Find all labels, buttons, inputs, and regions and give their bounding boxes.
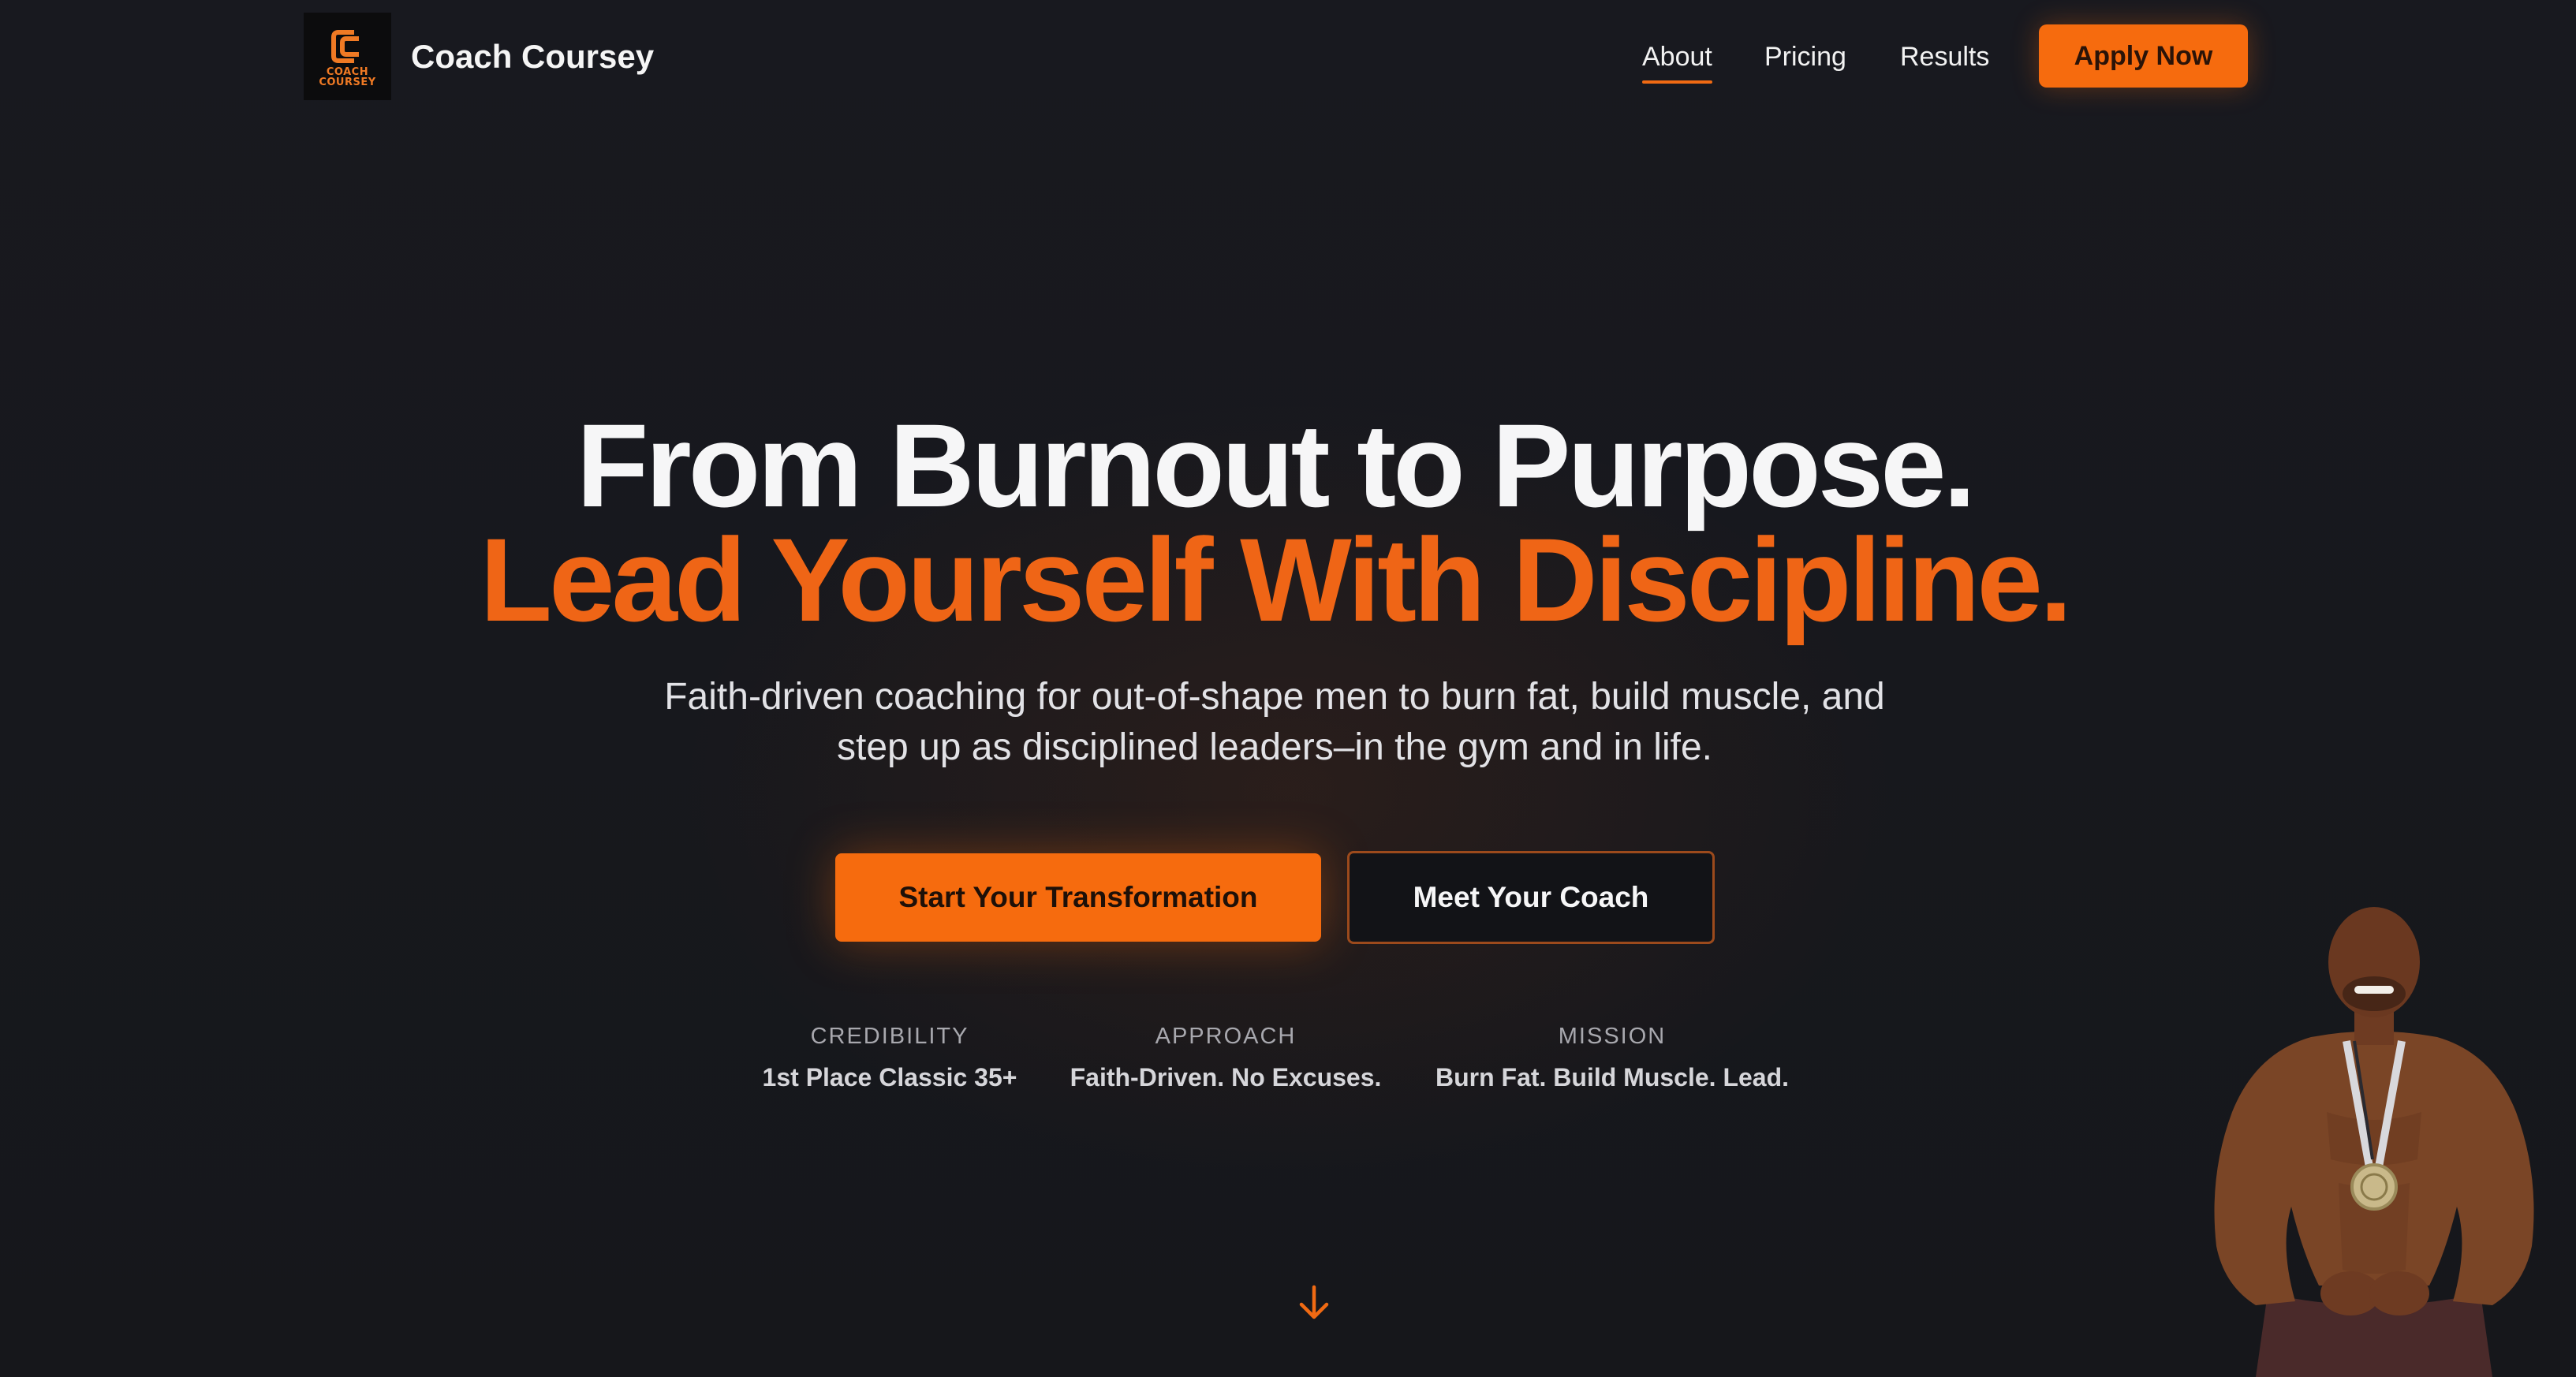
stat-label: APPROACH — [1155, 1024, 1297, 1049]
landing-page: COACH COURSEY Coach Coursey About Pricin… — [0, 0, 2576, 1377]
stat-approach: APPROACH Faith-Driven. No Excuses. — [1052, 1021, 1399, 1095]
stat-value: 1st Place Classic 35+ — [762, 1063, 1017, 1092]
stat-credibility: CREDIBILITY 1st Place Classic 35+ — [732, 1021, 1047, 1095]
apply-now-button[interactable]: Apply Now — [2039, 24, 2248, 88]
coach-photo — [2214, 907, 2534, 1377]
meet-coach-button[interactable]: Meet Your Coach — [1347, 851, 1715, 944]
nav-link-pricing[interactable]: Pricing — [1764, 39, 1846, 74]
stat-value: Faith-Driven. No Excuses. — [1070, 1063, 1382, 1092]
site-header: COACH COURSEY Coach Coursey About Pricin… — [0, 0, 2576, 114]
stat-label: CREDIBILITY — [810, 1024, 969, 1049]
logo-text-line-1: COACH — [326, 65, 369, 78]
nav-link-about[interactable]: About — [1642, 39, 1712, 84]
logo[interactable]: COACH COURSEY — [304, 13, 391, 100]
cc-monogram-icon — [330, 29, 359, 63]
hero-headline-line-2: Lead Yourself With Discipline. — [480, 513, 2072, 646]
stat-label: MISSION — [1558, 1024, 1667, 1049]
start-transformation-button[interactable]: Start Your Transformation — [835, 853, 1321, 942]
nav-link-results[interactable]: Results — [1900, 39, 1989, 74]
hero-subtitle: Faith-driven coaching for out-of-shape m… — [664, 676, 1885, 768]
logo-text-line-2: COURSEY — [319, 76, 376, 88]
arrow-down-icon[interactable] — [1294, 1282, 1335, 1323]
stat-mission: MISSION Burn Fat. Build Muscle. Lead. — [1415, 1021, 1809, 1095]
stat-value: Burn Fat. Build Muscle. Lead. — [1435, 1063, 1790, 1092]
brand-name[interactable]: Coach Coursey — [411, 35, 654, 79]
